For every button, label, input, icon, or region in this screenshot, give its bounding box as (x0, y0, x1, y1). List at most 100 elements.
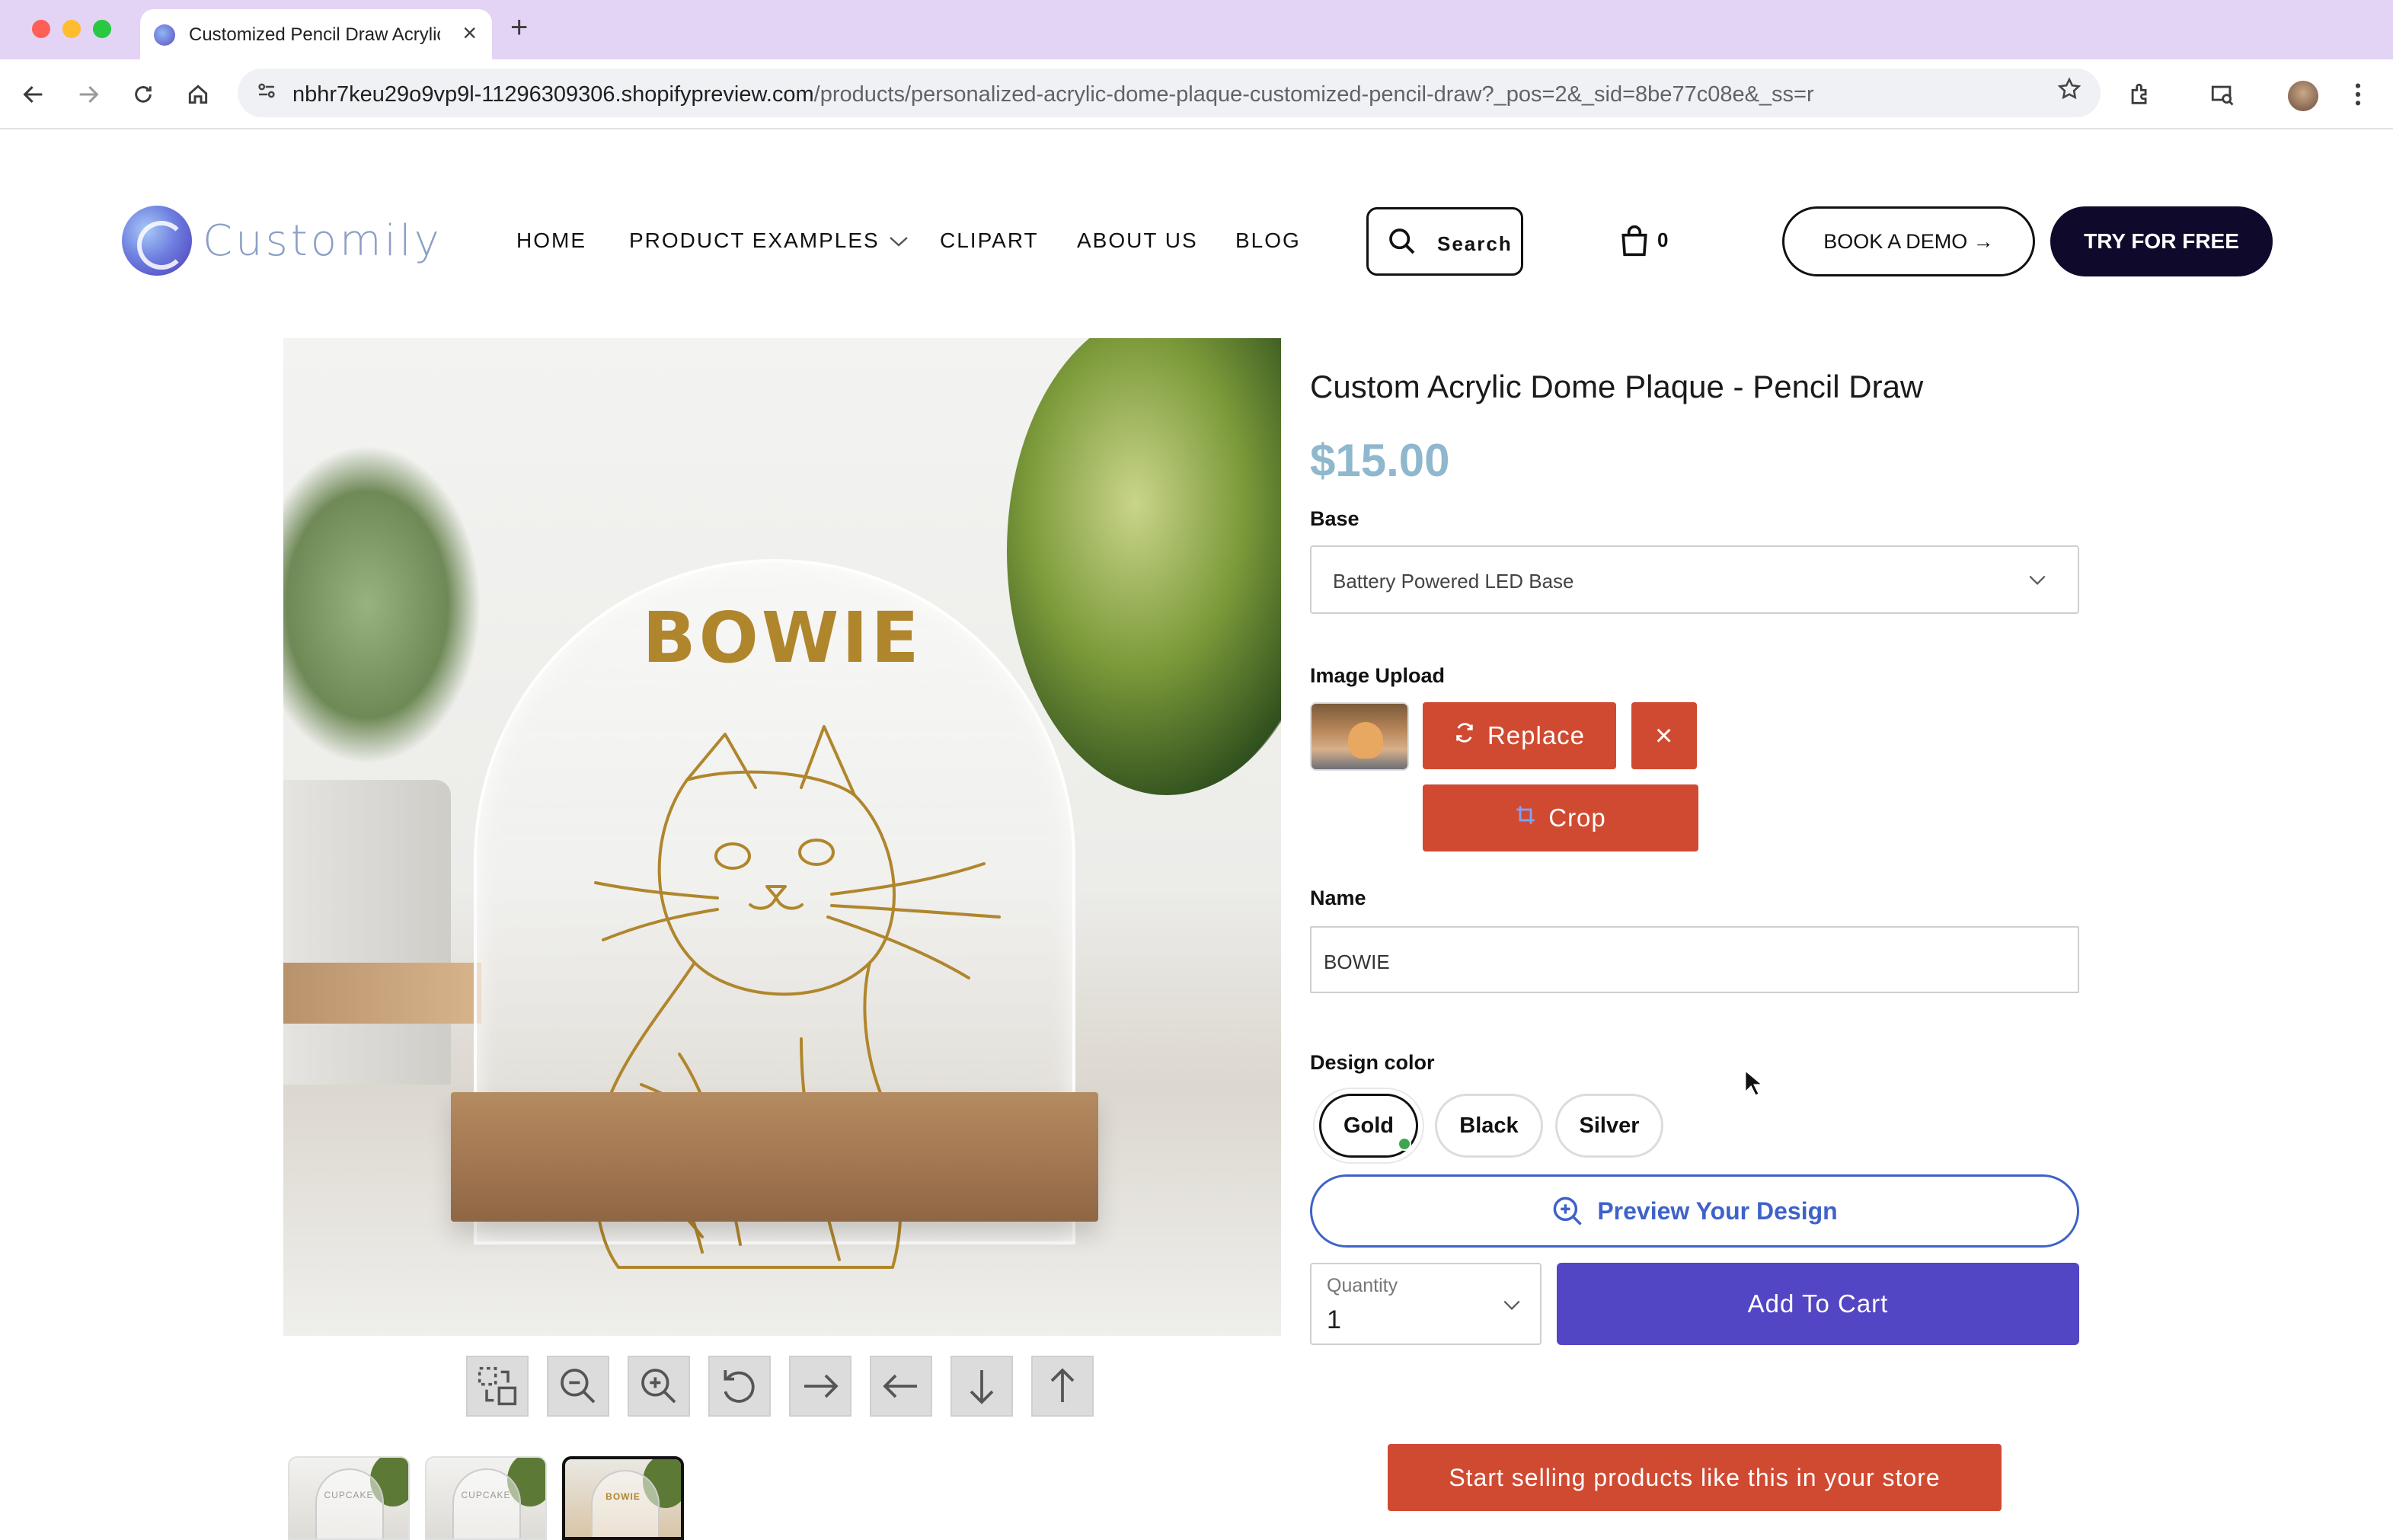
quantity-value: 1 (1327, 1305, 1341, 1334)
product-thumbnail[interactable]: CUPCAKE (425, 1456, 547, 1540)
add-to-cart-button[interactable]: Add To Cart (1557, 1263, 2079, 1345)
select-area-button[interactable] (466, 1356, 529, 1417)
move-right-icon (804, 1374, 839, 1398)
move-left-icon (883, 1374, 917, 1398)
thumbnail-dome (452, 1468, 521, 1538)
nav-clipart-label: CLIPART (940, 228, 1039, 252)
menu-icon[interactable] (2340, 76, 2376, 113)
zoom-out-button[interactable] (547, 1356, 609, 1417)
color-black-button[interactable]: Black (1435, 1094, 1543, 1158)
thumbnail-text: BOWIE (605, 1491, 641, 1502)
plant-pot-decoration (283, 780, 451, 1085)
forward-icon[interactable] (70, 76, 107, 113)
crop-label: Crop (1548, 804, 1606, 832)
crop-icon (1515, 804, 1536, 832)
browser-tab[interactable]: Customized Pencil Draw Acrylic Dome Plaq… (140, 9, 492, 59)
product-price: $15.00 (1310, 435, 1450, 486)
move-up-button[interactable] (1031, 1356, 1094, 1417)
chevron-down-icon (2029, 575, 2046, 585)
home-icon[interactable] (180, 76, 216, 113)
try-for-free-button[interactable]: TRY FOR FREE (2050, 206, 2273, 276)
books-decoration (283, 963, 481, 1024)
book-demo-button[interactable]: BOOK A DEMO → (1782, 206, 2035, 276)
browser-toolbar: nbhr7keu29o9vp9l-11296309306.shopifyprev… (0, 59, 2393, 129)
base-select-value: Battery Powered LED Base (1333, 570, 1574, 593)
replace-label: Replace (1487, 721, 1586, 749)
uploaded-cat-photo (1348, 722, 1383, 759)
cart-bag-icon[interactable] (1618, 224, 1651, 257)
search-label: Search (1437, 232, 1513, 255)
nav-blog-label: BLOG (1235, 228, 1301, 252)
remove-image-button[interactable]: × (1631, 702, 1697, 769)
move-up-icon (1050, 1368, 1075, 1402)
tab-close-button[interactable]: × (462, 20, 477, 46)
browser-tab-bar: Customized Pencil Draw Acrylic Dome Plaq… (0, 0, 2393, 59)
window-maximize-button[interactable] (93, 20, 111, 38)
color-gold-button[interactable]: Gold (1319, 1094, 1418, 1158)
quantity-select[interactable]: Quantity 1 (1310, 1263, 1542, 1345)
chevron-down-icon (889, 232, 909, 252)
product-thumbnail-active[interactable]: BOWIE (562, 1456, 684, 1540)
search-button[interactable]: Search (1366, 207, 1523, 276)
wooden-led-base (451, 1092, 1098, 1222)
logo-text[interactable]: Customily (203, 216, 442, 266)
nav-about-us[interactable]: ABOUT US (1077, 228, 1198, 253)
product-thumbnail[interactable]: CUPCAKE (288, 1456, 410, 1540)
move-right-button[interactable] (789, 1356, 851, 1417)
selected-check-icon (1398, 1137, 1411, 1151)
nav-home-label: HOME (516, 228, 586, 252)
search-icon (1389, 228, 1415, 254)
preview-label: Preview Your Design (1597, 1197, 1838, 1225)
rotate-icon (724, 1370, 755, 1403)
name-input[interactable]: BOWIE (1310, 926, 2079, 993)
new-tab-button[interactable]: + (510, 11, 528, 44)
thumbnail-text: CUPCAKE (461, 1490, 511, 1500)
nav-blog[interactable]: BLOG (1235, 228, 1301, 253)
thumbnail-text: CUPCAKE (324, 1490, 374, 1500)
address-bar[interactable]: nbhr7keu29o9vp9l-11296309306.shopifyprev… (238, 69, 2101, 117)
zoom-in-button[interactable] (628, 1356, 690, 1417)
rotate-button[interactable] (708, 1356, 771, 1417)
cart-count[interactable]: 0 (1657, 228, 1668, 252)
color-silver-button[interactable]: Silver (1555, 1094, 1663, 1158)
url-text: nbhr7keu29o9vp9l-11296309306.shopifyprev… (292, 82, 1814, 107)
customily-logo-icon[interactable] (122, 206, 192, 276)
site-info-icon[interactable] (253, 79, 280, 107)
extensions-icon[interactable] (2122, 76, 2158, 113)
bookmark-star-icon[interactable] (2056, 76, 2082, 109)
thumbnail-dome (591, 1470, 660, 1537)
design-color-label: Design color (1310, 1051, 1435, 1074)
tab-search-icon[interactable] (2204, 76, 2241, 113)
nav-home[interactable]: HOME (516, 228, 586, 253)
crop-image-button[interactable]: Crop (1423, 784, 1698, 851)
engraved-cat-drawing (593, 725, 1001, 1269)
url-host: nbhr7keu29o9vp9l-11296309306.shopifyprev… (292, 82, 814, 107)
name-label: Name (1310, 887, 1366, 909)
zoom-out-icon (561, 1369, 596, 1404)
product-image[interactable]: BOWIE (283, 338, 1281, 1336)
preview-design-button[interactable]: Preview Your Design (1310, 1174, 2079, 1248)
image-upload-label: Image Upload (1310, 664, 1446, 687)
engraved-name: BOWIE (642, 597, 922, 679)
nav-product-examples-label: PRODUCT EXAMPLES (629, 228, 880, 252)
tab-title: Customized Pencil Draw Acrylic Dome Plaq… (189, 24, 440, 45)
window-minimize-button[interactable] (62, 20, 81, 38)
profile-avatar[interactable] (2288, 81, 2318, 111)
refresh-icon (1454, 722, 1475, 749)
mouse-cursor-icon (1744, 1069, 1762, 1097)
nav-clipart[interactable]: CLIPART (940, 228, 1039, 253)
back-icon[interactable] (15, 76, 52, 113)
base-select[interactable]: Battery Powered LED Base (1310, 545, 2079, 614)
move-down-button[interactable] (950, 1356, 1013, 1417)
nav-about-us-label: ABOUT US (1077, 228, 1198, 252)
start-selling-button[interactable]: Start selling products like this in your… (1388, 1444, 2002, 1511)
replace-image-button[interactable]: Replace (1423, 702, 1616, 769)
tab-favicon-icon (154, 24, 175, 46)
window-close-button[interactable] (32, 20, 50, 38)
move-down-icon (970, 1370, 994, 1404)
reload-icon[interactable] (125, 76, 161, 113)
color-gold-label: Gold (1343, 1113, 1395, 1138)
nav-product-examples[interactable]: PRODUCT EXAMPLES (629, 228, 909, 253)
move-left-button[interactable] (870, 1356, 932, 1417)
quantity-label: Quantity (1327, 1275, 1398, 1296)
